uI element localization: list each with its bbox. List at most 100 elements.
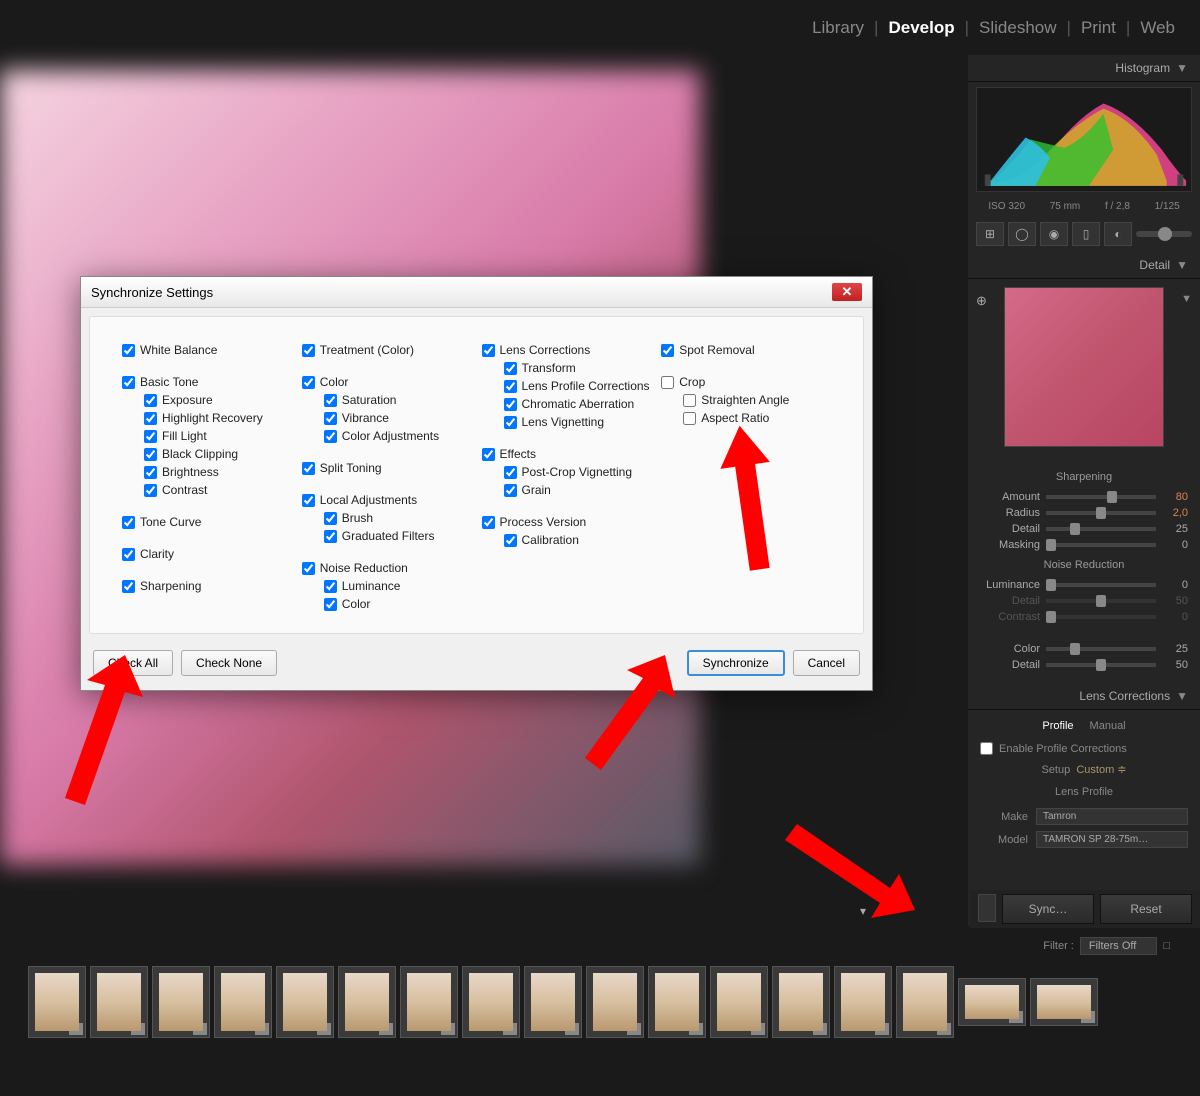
chk-lens-vignetting[interactable]	[504, 416, 517, 429]
chk-local-adjustments[interactable]	[302, 494, 315, 507]
nr-luminance-slider[interactable]	[1046, 583, 1156, 587]
chk-transform[interactable]	[504, 362, 517, 375]
chk-clarity[interactable]	[122, 548, 135, 561]
grad-tool-icon[interactable]: ▯	[1072, 222, 1100, 246]
check-none-button[interactable]: Check None	[181, 650, 277, 676]
spot-tool-icon[interactable]: ◯	[1008, 222, 1036, 246]
nr-contrast-slider[interactable]	[1046, 615, 1156, 619]
nav-develop[interactable]: Develop	[883, 18, 959, 38]
chk-lens-corrections[interactable]	[482, 344, 495, 357]
chk-aspect[interactable]	[683, 412, 696, 425]
chk-saturation[interactable]	[324, 394, 337, 407]
synchronize-button[interactable]: Synchronize	[687, 650, 785, 676]
sharpening-detail-slider[interactable]	[1046, 527, 1156, 531]
chk-process-version[interactable]	[482, 516, 495, 529]
filmstrip-thumb[interactable]	[338, 966, 396, 1038]
sync-button[interactable]: Sync…	[1002, 894, 1094, 924]
chk-noise-reduction[interactable]	[302, 562, 315, 575]
enable-profile-checkbox[interactable]	[980, 742, 993, 755]
lens-make-select[interactable]: Tamron	[1036, 808, 1188, 825]
chk-split-toning[interactable]	[302, 462, 315, 475]
chk-straighten[interactable]	[683, 394, 696, 407]
crop-tool-icon[interactable]: ⊞	[976, 222, 1004, 246]
close-icon[interactable]: ✕	[832, 283, 862, 301]
filmstrip-thumb[interactable]	[214, 966, 272, 1038]
sharpening-masking-slider[interactable]	[1046, 543, 1156, 547]
detail-header[interactable]: Detail▼	[968, 252, 1200, 279]
chk-brightness[interactable]	[144, 466, 157, 479]
chk-fill-light[interactable]	[144, 430, 157, 443]
sharpening-radius-slider[interactable]	[1046, 511, 1156, 515]
chk-white-balance[interactable]	[122, 344, 135, 357]
nr-color-slider[interactable]	[1046, 647, 1156, 651]
nav-library[interactable]: Library	[807, 18, 869, 38]
chk-chromatic[interactable]	[504, 398, 517, 411]
loupe-options-icon[interactable]: ▾	[860, 904, 866, 918]
lens-header[interactable]: Lens Corrections▼	[968, 683, 1200, 710]
nr-colordetail-slider[interactable]	[1046, 663, 1156, 667]
lens-setup-select[interactable]: Custom ≑	[1076, 764, 1126, 776]
filmstrip-thumb[interactable]	[772, 966, 830, 1038]
detail-target-icon[interactable]: ⊕	[976, 293, 987, 309]
sharpening-title: Sharpening	[980, 471, 1188, 483]
filmstrip-thumb[interactable]	[710, 966, 768, 1038]
chk-black-clipping[interactable]	[144, 448, 157, 461]
lens-model-select[interactable]: TAMRON SP 28-75m…	[1036, 831, 1188, 848]
chk-color-adjustments[interactable]	[324, 430, 337, 443]
lens-manual-tab[interactable]: Manual	[1090, 720, 1126, 732]
sharpening-amount-slider[interactable]	[1046, 495, 1156, 499]
chk-treatment[interactable]	[302, 344, 315, 357]
detail-collapse-icon[interactable]: ▼	[1181, 293, 1192, 305]
chk-spot-removal[interactable]	[661, 344, 674, 357]
chk-nr-color[interactable]	[324, 598, 337, 611]
filmstrip-thumb[interactable]	[152, 966, 210, 1038]
tool-strength-slider[interactable]	[1136, 231, 1192, 237]
chk-post-crop[interactable]	[504, 466, 517, 479]
chk-color[interactable]	[302, 376, 315, 389]
brush-tool-icon[interactable]: ◐	[1104, 222, 1132, 246]
check-all-button[interactable]: Check All	[93, 650, 173, 676]
cancel-button[interactable]: Cancel	[793, 650, 860, 676]
filmstrip-thumb[interactable]	[1030, 978, 1098, 1026]
chk-luminance[interactable]	[324, 580, 337, 593]
chk-lens-profile[interactable]	[504, 380, 517, 393]
filmstrip-thumb[interactable]	[276, 966, 334, 1038]
histogram-header[interactable]: Histogram▼	[968, 55, 1200, 82]
detail-preview[interactable]	[1004, 287, 1164, 447]
chk-brush[interactable]	[324, 512, 337, 525]
lens-profile-tab[interactable]: Profile	[1042, 720, 1073, 732]
chk-crop[interactable]	[661, 376, 674, 389]
filmstrip-thumb[interactable]	[648, 966, 706, 1038]
filter-lock-icon[interactable]: □	[1163, 940, 1170, 952]
histogram[interactable]	[976, 87, 1192, 192]
nav-print[interactable]: Print	[1076, 18, 1121, 38]
chk-contrast[interactable]	[144, 484, 157, 497]
redeye-tool-icon[interactable]: ◉	[1040, 222, 1068, 246]
chk-highlight-recovery[interactable]	[144, 412, 157, 425]
filmstrip-thumb[interactable]	[524, 966, 582, 1038]
filmstrip-thumb[interactable]	[834, 966, 892, 1038]
filmstrip-thumb[interactable]	[90, 966, 148, 1038]
filmstrip-thumb[interactable]	[400, 966, 458, 1038]
filmstrip-thumb[interactable]	[896, 966, 954, 1038]
filmstrip-thumb[interactable]	[28, 966, 86, 1038]
nav-slideshow[interactable]: Slideshow	[974, 18, 1062, 38]
chk-vibrance[interactable]	[324, 412, 337, 425]
develop-bottom-buttons: Sync… Reset	[970, 890, 1200, 928]
chk-calibration[interactable]	[504, 534, 517, 547]
filter-select[interactable]: Filters Off	[1080, 937, 1157, 955]
sync-switch-icon[interactable]	[978, 894, 996, 922]
reset-button[interactable]: Reset	[1100, 894, 1192, 924]
nav-web[interactable]: Web	[1135, 18, 1180, 38]
filmstrip-thumb[interactable]	[958, 978, 1026, 1026]
chk-tone-curve[interactable]	[122, 516, 135, 529]
chk-grain[interactable]	[504, 484, 517, 497]
filmstrip-thumb[interactable]	[462, 966, 520, 1038]
filmstrip-thumb[interactable]	[586, 966, 644, 1038]
chk-effects[interactable]	[482, 448, 495, 461]
chk-graduated-filters[interactable]	[324, 530, 337, 543]
chk-basic-tone[interactable]	[122, 376, 135, 389]
chk-exposure[interactable]	[144, 394, 157, 407]
nr-detail-slider[interactable]	[1046, 599, 1156, 603]
chk-sharpening[interactable]	[122, 580, 135, 593]
